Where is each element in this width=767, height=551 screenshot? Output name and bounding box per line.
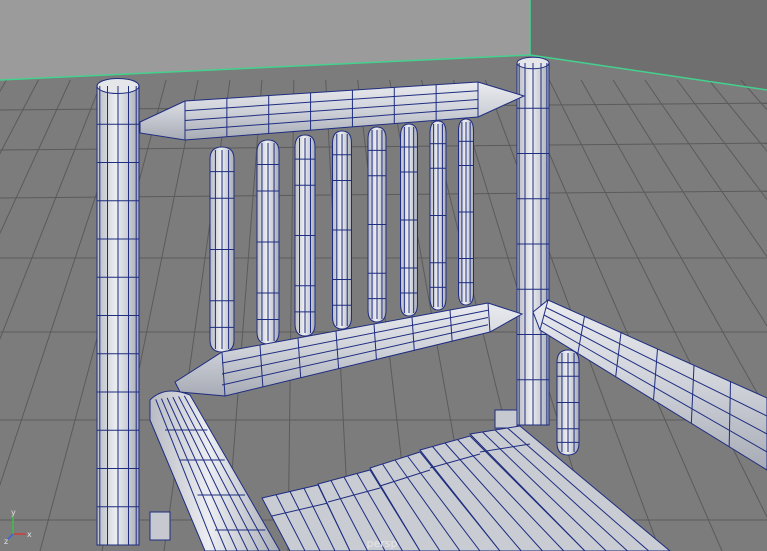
back-spindle-5[interactable] bbox=[367, 126, 387, 323]
back-spindle-7[interactable] bbox=[429, 120, 447, 311]
camera-name-label: persp bbox=[366, 537, 398, 550]
right-arm-support[interactable] bbox=[556, 349, 580, 456]
back-spindle-6[interactable] bbox=[400, 123, 418, 317]
maya-perspective-viewport[interactable]: x y z persp bbox=[0, 0, 767, 551]
back-spindle-8[interactable] bbox=[458, 118, 474, 306]
left-post-foot[interactable] bbox=[149, 511, 171, 541]
y-axis-label: y bbox=[11, 508, 16, 517]
back-spindle-2[interactable] bbox=[256, 139, 280, 345]
right-post-foot[interactable] bbox=[494, 409, 518, 429]
back-spindle-1[interactable] bbox=[209, 146, 235, 353]
x-axis-label: x bbox=[27, 530, 32, 539]
left-back-post[interactable] bbox=[96, 77, 140, 546]
z-axis-label: z bbox=[4, 537, 8, 544]
back-spindle-4[interactable] bbox=[332, 130, 352, 330]
axis-gizmo: x y z bbox=[4, 508, 32, 544]
right-back-post[interactable] bbox=[516, 56, 550, 426]
back-spindle-3[interactable] bbox=[294, 134, 316, 337]
scene-canvas[interactable] bbox=[0, 0, 767, 551]
